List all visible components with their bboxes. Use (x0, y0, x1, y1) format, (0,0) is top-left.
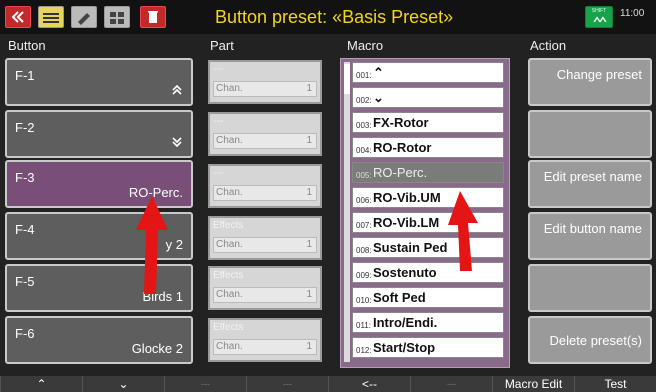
macro-scrollbar[interactable] (344, 62, 350, 362)
edit-grid-icon[interactable] (104, 6, 130, 28)
macro-item[interactable]: 010: Soft Ped (352, 287, 504, 308)
part-slot-1[interactable]: --- Chan. 1 (208, 60, 322, 104)
test-button[interactable]: Test (574, 376, 656, 392)
page-title: Button preset: «Basis Preset» (215, 7, 454, 27)
macro-item[interactable]: 003: FX-Rotor (352, 112, 504, 133)
macro-item[interactable]: 012: Start/Stop (352, 337, 504, 358)
edit-icon[interactable] (71, 6, 97, 28)
channel-field[interactable]: Chan. 1 (213, 133, 317, 149)
macro-item[interactable]: 011: Intro/Endi. (352, 312, 504, 333)
button-f6[interactable]: F-6 Glocke 2 (5, 316, 193, 364)
part-slot-4[interactable]: Effects Chan. 1 (208, 216, 322, 260)
softkey-3[interactable]: --- (164, 376, 246, 392)
part-slot-5[interactable]: Effects Chan. 1 (208, 266, 322, 310)
macro-item[interactable]: 008: Sustain Ped (352, 237, 504, 258)
button-f3[interactable]: F-3 RO-Perc. (5, 160, 193, 208)
macro-item[interactable]: 007: RO-Vib.LM (352, 212, 504, 233)
softkey-4[interactable]: --- (246, 376, 328, 392)
macro-item[interactable]: 009: Sostenuto (352, 262, 504, 283)
button-f5[interactable]: F-5 Birds 1 (5, 264, 193, 312)
scroll-down-button[interactable]: ⌄ (82, 376, 164, 392)
shift-icon[interactable]: SHIFT (585, 6, 613, 28)
button-f4[interactable]: F-4 y 2 (5, 212, 193, 260)
macro-item[interactable]: 002: ⌄ (352, 87, 504, 108)
macro-edit-button[interactable]: Macro Edit (492, 376, 574, 392)
button-f1[interactable]: F-1 (5, 58, 193, 106)
channel-field[interactable]: Chan. 1 (213, 339, 317, 355)
trash-icon[interactable] (140, 6, 166, 28)
macro-item[interactable]: 006: RO-Vib.UM (352, 187, 504, 208)
empty-action-button[interactable] (528, 264, 652, 312)
header-part: Part (210, 38, 234, 53)
menu-icon[interactable] (38, 6, 64, 28)
part-slot-6[interactable]: Effects Chan. 1 (208, 318, 322, 362)
channel-field[interactable]: Chan. 1 (213, 185, 317, 201)
macro-item[interactable]: 004: RO-Rotor (352, 137, 504, 158)
edit-preset-name-button[interactable]: Edit preset name (528, 160, 652, 208)
clock: 11:00 (620, 8, 645, 19)
channel-field[interactable]: Chan. 1 (213, 287, 317, 303)
macro-item-selected[interactable]: 005: RO-Perc. (352, 162, 504, 183)
empty-action-button[interactable] (528, 110, 652, 158)
delete-presets-button[interactable]: Delete preset(s) (528, 316, 652, 364)
button-f2[interactable]: F-2 (5, 110, 193, 158)
softkey-6[interactable]: --- (410, 376, 492, 392)
header-macro: Macro (347, 38, 384, 53)
part-slot-2[interactable]: --- Chan. 1 (208, 112, 322, 156)
back-icon[interactable] (5, 6, 31, 28)
macro-item[interactable]: 001: ⌃ (352, 62, 504, 83)
chevron-down-icon (171, 135, 183, 150)
channel-field[interactable]: Chan. 1 (213, 81, 317, 97)
scroll-up-button[interactable]: ⌃ (0, 376, 82, 392)
header-action: Action (530, 38, 567, 53)
header-button: Button (8, 38, 46, 53)
back-softkey[interactable]: <-- (328, 376, 410, 392)
channel-field[interactable]: Chan. 1 (213, 237, 317, 253)
change-preset-button[interactable]: Change preset (528, 58, 652, 106)
part-slot-3[interactable]: --- Chan. 1 (208, 164, 322, 208)
chevron-up-icon (171, 83, 183, 98)
edit-button-name-button[interactable]: Edit button name (528, 212, 652, 260)
macro-scroll-thumb[interactable] (344, 64, 350, 94)
